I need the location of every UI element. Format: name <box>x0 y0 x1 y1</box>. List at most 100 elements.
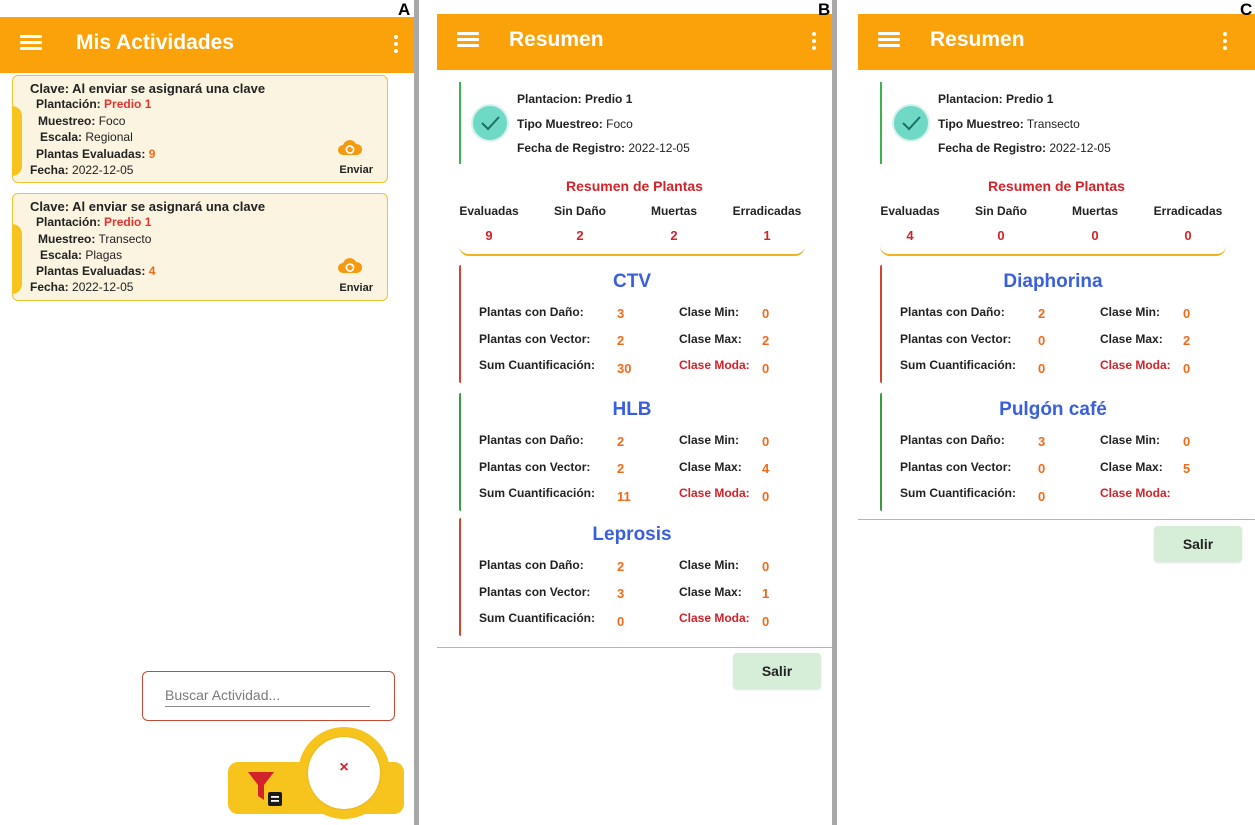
clase-min-value: 0 <box>1183 306 1191 321</box>
plantas-vector-label: Plantas con Vector: <box>479 460 591 474</box>
plantas-danio-label: Plantas con Daño: <box>900 305 1005 319</box>
clase-min-value: 0 <box>762 559 770 574</box>
clave-value: Al enviar se asignará una clave <box>72 81 266 96</box>
plantas-evaluadas-label: Plantas Evaluadas: <box>36 264 146 278</box>
plantas-vector-value: 0 <box>1038 461 1046 476</box>
app-bar: Resumen <box>858 14 1255 70</box>
salir-button[interactable]: Salir <box>1154 526 1242 562</box>
clave-value: Al enviar se asignará una clave <box>72 199 266 214</box>
escala-value: Plagas <box>85 248 123 262</box>
clase-max-label: Clase Max: <box>679 460 742 474</box>
plantas-danio-value: 2 <box>617 434 625 449</box>
section-title: HLB <box>612 399 652 420</box>
erradicadas-header: Erradicadas <box>732 204 802 218</box>
more-vert-icon[interactable] <box>1215 30 1235 54</box>
fecha-label: Fecha: <box>30 163 69 177</box>
muertas-value: 2 <box>670 228 678 243</box>
escala-label: Escala: <box>40 248 83 262</box>
resumen-plantas-box: Evaluadas 9 Sin Daño 2 Muertas 2 Erradicada… <box>459 198 805 256</box>
clase-min-value: 0 <box>762 306 770 321</box>
tipo-muestreo-label: Tipo Muestreo: <box>517 117 603 131</box>
panel-letter: C <box>1240 0 1253 19</box>
fecha-value: 2022-12-05 <box>72 163 134 177</box>
evaluadas-value: 4 <box>906 228 914 243</box>
hamburger-menu-icon[interactable] <box>20 32 42 54</box>
clase-max-value: 1 <box>762 586 770 601</box>
muertas-value: 0 <box>1091 228 1099 243</box>
plantacion-label: Plantacion: <box>517 92 582 106</box>
plantas-vector-value: 2 <box>617 461 625 476</box>
sum-cuantificacion-label: Sum Cuantificación: <box>900 486 1017 500</box>
plantas-danio-value: 3 <box>1038 434 1046 449</box>
close-icon: × <box>339 759 349 776</box>
plantas-danio-value: 2 <box>1038 306 1046 321</box>
panel-divider <box>414 0 419 825</box>
clase-min-label: Clase Min: <box>1100 433 1161 447</box>
cloud-sync-icon[interactable] <box>337 256 363 274</box>
plantas-danio-label: Plantas con Daño: <box>479 305 584 319</box>
plantas-vector-label: Plantas con Vector: <box>479 332 591 346</box>
clase-moda-value: 0 <box>762 361 770 376</box>
enviar-button[interactable]: Enviar <box>339 164 373 176</box>
disease-section-leprosis: Leprosis Plantas con Daño: 2 Clase Min: … <box>459 518 805 636</box>
hamburger-menu-icon[interactable] <box>878 29 900 51</box>
filter-list-icon[interactable] <box>246 768 286 808</box>
accent-bar <box>459 82 461 164</box>
clase-moda-value: 0 <box>762 614 770 629</box>
fecha-label: Fecha: <box>30 280 69 294</box>
salir-button[interactable]: Salir <box>733 653 821 689</box>
app-title: Resumen <box>509 28 604 51</box>
summary-header: Plantacion: Predio 1 Tipo Muestreo: Foco… <box>459 82 789 164</box>
close-fab-button[interactable]: × <box>308 737 380 809</box>
plantas-vector-label: Plantas con Vector: <box>479 585 591 599</box>
clase-max-value: 2 <box>1183 333 1191 348</box>
evaluadas-header: Evaluadas <box>459 204 519 218</box>
search-container <box>142 671 395 721</box>
fecha-value: 2022-12-05 <box>72 280 134 294</box>
evaluadas-value: 9 <box>485 228 493 243</box>
plantacion-value: Predio 1 <box>104 97 152 111</box>
activity-card[interactable]: Clave: Al enviar se asignará una clave P… <box>12 193 388 301</box>
hamburger-menu-icon[interactable] <box>457 29 479 51</box>
sum-cuantificacion-label: Sum Cuantificación: <box>479 486 596 500</box>
escala-label: Escala: <box>40 130 83 144</box>
plantas-danio-value: 2 <box>617 559 625 574</box>
enviar-button[interactable]: Enviar <box>339 282 373 294</box>
plantacion-label: Plantación: <box>36 97 101 111</box>
divider-line <box>858 519 1255 520</box>
sum-cuantificacion-value: 11 <box>617 489 631 504</box>
section-title: Pulgón café <box>999 399 1107 420</box>
muestreo-label: Muestreo: <box>38 114 96 128</box>
fecha-registro-value: 2022-12-05 <box>1049 141 1111 155</box>
section-title: Diaphorina <box>1003 271 1103 292</box>
cloud-sync-icon[interactable] <box>337 138 363 156</box>
pest-section-diaphorina: Diaphorina Plantas con Daño: 2 Clase Min… <box>880 265 1226 383</box>
clase-min-label: Clase Min: <box>679 305 740 319</box>
clase-moda-value: 0 <box>1183 361 1191 376</box>
sum-cuantificacion-label: Sum Cuantificación: <box>479 611 596 625</box>
muestreo-value: Foco <box>98 114 126 128</box>
clase-min-value: 0 <box>1183 434 1191 449</box>
plantacion-label: Plantación: <box>36 215 101 229</box>
sum-cuantificacion-value: 0 <box>1038 489 1046 504</box>
plantas-danio-label: Plantas con Daño: <box>479 558 584 572</box>
clase-moda-label: Clase Moda: <box>679 358 750 372</box>
clase-max-value: 2 <box>762 333 770 348</box>
card-accent <box>12 106 22 176</box>
more-vert-icon[interactable] <box>804 30 824 54</box>
muertas-header: Muertas <box>650 204 697 218</box>
activity-card[interactable]: Clave: Al enviar se asignará una clave P… <box>12 75 388 183</box>
pest-section-pulgon-cafe: Pulgón café Plantas con Daño: 3 Clase Mi… <box>880 393 1226 511</box>
sum-cuantificacion-value: 0 <box>1038 361 1046 376</box>
sin-danio-header: Sin Daño <box>974 204 1027 218</box>
clase-max-value: 5 <box>1183 461 1191 476</box>
plantacion-value: Predio 1 <box>104 215 152 229</box>
sin-danio-value: 2 <box>576 228 584 243</box>
clave-label: Clave: <box>30 81 70 96</box>
more-vert-icon[interactable] <box>386 33 406 57</box>
plantas-vector-label: Plantas con Vector: <box>900 460 1012 474</box>
search-input[interactable] <box>165 684 370 707</box>
tipo-muestreo-value: Transecto <box>1026 117 1080 131</box>
plantas-vector-value: 2 <box>617 333 625 348</box>
sin-danio-header: Sin Daño <box>553 204 606 218</box>
